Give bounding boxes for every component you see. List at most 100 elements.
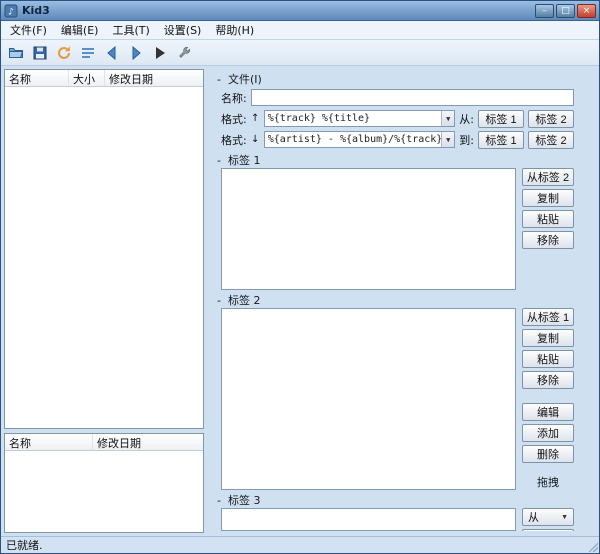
svg-text:♪: ♪: [8, 7, 14, 17]
tag3-to-button[interactable]: 到 ▼: [522, 529, 574, 531]
format-to-row: 格式: ↓ %{artist} - %{album}/%{track} %{ti…: [221, 129, 574, 150]
filename-from-tag2-button[interactable]: 标签 2: [528, 110, 574, 128]
button-group-gap: [522, 392, 574, 400]
tag2-from-tag1-button[interactable]: 从标签 1: [522, 308, 574, 326]
folder-list-header: 名称 修改日期: [5, 434, 203, 451]
playlist-button[interactable]: [77, 42, 99, 64]
open-folder-icon: [8, 45, 24, 61]
tag3-from-label: 从: [528, 509, 539, 525]
format-from-label: 格式:: [221, 111, 247, 127]
drop-hint-line: 拖拽: [522, 476, 574, 490]
status-bar: 已就绪.: [1, 536, 599, 553]
maximize-button[interactable]: □: [556, 4, 575, 18]
tag3-section-header: - 标签 3: [215, 492, 574, 508]
tag2-remove-button[interactable]: 移除: [522, 371, 574, 389]
tag3-frame: [221, 508, 516, 531]
tag3-button-column: 从 ▼ 到 ▼: [522, 508, 574, 531]
menu-item-file[interactable]: 文件(F): [3, 21, 54, 39]
to-label: 到:: [459, 132, 474, 148]
tag3-row: 从 ▼ 到 ▼: [221, 508, 574, 531]
arrow-left-icon: [104, 45, 120, 61]
format-from-combobox[interactable]: %{track} %{title} ▼: [264, 110, 456, 127]
app-icon: ♪: [4, 4, 18, 18]
file-list-panel: 名称 大小 修改日期: [4, 69, 204, 429]
file-column-name[interactable]: 名称: [5, 70, 69, 86]
tag1-row: 从标签 2 复制 粘贴 移除: [221, 168, 574, 290]
settings-button[interactable]: [173, 42, 195, 64]
filename-to-tag1-button[interactable]: 标签 1: [478, 131, 524, 149]
close-button[interactable]: ×: [577, 4, 596, 18]
menu-item-settings[interactable]: 设置(S): [157, 21, 209, 39]
save-button[interactable]: [29, 42, 51, 64]
tag1-remove-button[interactable]: 移除: [522, 231, 574, 249]
format-from-row: 格式: ↑ %{track} %{title} ▼ 从: 标签 1 标签 2: [221, 108, 574, 129]
save-icon: [32, 45, 48, 61]
filename-from-tag1-button[interactable]: 标签 1: [478, 110, 524, 128]
file-list-header: 名称 大小 修改日期: [5, 70, 203, 87]
tag3-section-title: 标签 3: [228, 492, 261, 508]
playlist-icon: [80, 45, 96, 61]
folder-column-name[interactable]: 名称: [5, 434, 93, 450]
play-button[interactable]: [149, 42, 171, 64]
tag1-section-toggle[interactable]: -: [215, 154, 223, 167]
tag2-button-column: 从标签 1 复制 粘贴 移除 编辑 添加 删除 拖拽 专辑图片 到此处: [522, 308, 574, 490]
chevron-down-icon[interactable]: ▼: [441, 132, 454, 147]
tag2-paste-button[interactable]: 粘贴: [522, 350, 574, 368]
filename-label: 名称:: [221, 90, 247, 106]
menu-item-help[interactable]: 帮助(H): [208, 21, 261, 39]
next-file-button[interactable]: [125, 42, 147, 64]
minimize-button[interactable]: –: [535, 4, 554, 18]
tag3-to-label: 到: [528, 530, 539, 531]
folder-list-body[interactable]: [5, 451, 203, 532]
format-to-combobox[interactable]: %{artist} - %{album}/%{track} %{title} ▼: [264, 131, 456, 148]
chevron-down-icon: ▼: [561, 514, 568, 521]
folder-column-modified[interactable]: 修改日期: [93, 434, 203, 450]
tag1-frame: [221, 168, 516, 290]
tag1-paste-button[interactable]: 粘贴: [522, 210, 574, 228]
previous-file-button[interactable]: [101, 42, 123, 64]
arrow-up-icon: ↑: [251, 113, 260, 124]
resize-grip[interactable]: [587, 541, 598, 552]
kid3-window: ♪ Kid3 – □ × 文件(F) 编辑(E) 工具(T) 设置(S) 帮助(…: [0, 0, 600, 554]
file-column-size[interactable]: 大小: [69, 70, 105, 86]
toolbar: [1, 40, 599, 66]
album-art-drop-hint: 拖拽 专辑图片 到此处: [522, 476, 574, 490]
file-section-header: - 文件(I): [215, 71, 574, 87]
wrench-icon: [176, 45, 192, 61]
left-pane: 名称 大小 修改日期 名称 修改日期: [4, 69, 204, 533]
tag1-copy-button[interactable]: 复制: [522, 189, 574, 207]
format-from-value: %{track} %{title}: [268, 113, 370, 124]
splitter[interactable]: [206, 69, 209, 533]
tag2-delete-button[interactable]: 删除: [522, 445, 574, 463]
file-column-modified[interactable]: 修改日期: [105, 70, 203, 86]
menu-item-edit[interactable]: 编辑(E): [54, 21, 106, 39]
chevron-down-icon[interactable]: ▼: [441, 111, 454, 126]
tag1-section-title: 标签 1: [228, 152, 261, 168]
open-button[interactable]: [5, 42, 27, 64]
file-section-toggle[interactable]: -: [215, 73, 223, 86]
tag1-button-column: 从标签 2 复制 粘贴 移除: [522, 168, 574, 290]
filename-to-tag2-button[interactable]: 标签 2: [528, 131, 574, 149]
from-label: 从:: [459, 111, 474, 127]
tag2-copy-button[interactable]: 复制: [522, 329, 574, 347]
window-title: Kid3: [22, 4, 531, 17]
tag2-add-button[interactable]: 添加: [522, 424, 574, 442]
window-controls: – □ ×: [535, 4, 596, 18]
tag2-section-toggle[interactable]: -: [215, 294, 223, 307]
format-to-value: %{artist} - %{album}/%{track} %{title}: [268, 134, 456, 145]
play-icon: [152, 45, 168, 61]
tag2-edit-button[interactable]: 编辑: [522, 403, 574, 421]
tag1-from-tag2-button[interactable]: 从标签 2: [522, 168, 574, 186]
folder-list-panel: 名称 修改日期: [4, 433, 204, 533]
title-bar[interactable]: ♪ Kid3 – □ ×: [1, 1, 599, 21]
filename-input[interactable]: [251, 89, 574, 106]
filename-row: 名称:: [221, 87, 574, 108]
tag3-from-button[interactable]: 从 ▼: [522, 508, 574, 526]
revert-button[interactable]: [53, 42, 75, 64]
file-list-body[interactable]: [5, 87, 203, 428]
tag2-row: 从标签 1 复制 粘贴 移除 编辑 添加 删除 拖拽 专辑图片 到此处: [221, 308, 574, 490]
tag3-section-toggle[interactable]: -: [215, 494, 223, 507]
menu-item-tools[interactable]: 工具(T): [105, 21, 156, 39]
status-text: 已就绪.: [6, 537, 43, 553]
tag1-section-header: - 标签 1: [215, 152, 574, 168]
